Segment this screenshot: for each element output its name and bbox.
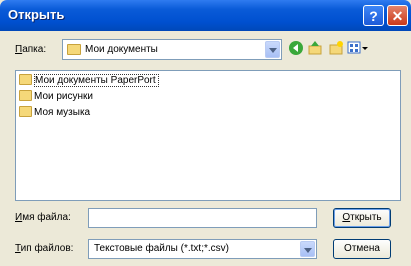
file-type-combo[interactable]: Текстовые файлы (*.txt;*.csv) (88, 239, 317, 259)
look-in-combo[interactable]: Мои документы (62, 39, 282, 60)
new-folder-icon[interactable] (327, 40, 345, 58)
folder-icon (19, 73, 32, 85)
file-name-label: Имя файла: (15, 212, 71, 223)
file-type-label: Тип файлов: (15, 243, 74, 254)
open-button[interactable]: Открыть (333, 208, 391, 228)
title-bar[interactable]: Открыть ? ✕ (0, 0, 411, 31)
back-icon[interactable] (287, 40, 305, 58)
dialog-title: Открыть (8, 7, 65, 22)
open-file-dialog: Открыть ? ✕ Папка: Мои документы Мои док… (0, 0, 411, 266)
list-item[interactable]: Мои документы PaperPort (19, 73, 159, 88)
file-type-value: Текстовые файлы (*.txt;*.csv) (94, 243, 229, 254)
file-name-label-rest: мя файла: (22, 212, 71, 223)
look-in-dropdown-arrow[interactable] (265, 41, 280, 58)
file-list[interactable]: Мои документы PaperPort Мои рисунки Моя … (15, 70, 401, 201)
cancel-button[interactable]: Отмена (333, 239, 391, 259)
file-name: Мои документы PaperPort (34, 74, 159, 87)
documents-folder-icon (67, 44, 81, 55)
music-folder-icon (19, 105, 32, 117)
file-type-dropdown-arrow[interactable] (300, 241, 315, 257)
file-name: Мои рисунки (34, 91, 93, 102)
views-menu-icon[interactable] (347, 40, 369, 58)
close-button[interactable]: ✕ (387, 5, 408, 26)
file-name-input[interactable] (88, 208, 317, 228)
look-in-label-rest: апка: (22, 44, 47, 55)
list-item[interactable]: Моя музыка (19, 105, 91, 120)
pictures-folder-icon (19, 89, 32, 101)
open-button-rest: ткрыть (350, 212, 382, 223)
help-button[interactable]: ? (363, 5, 384, 26)
look-in-value: Мои документы (85, 44, 158, 55)
up-folder-icon[interactable] (306, 40, 324, 58)
file-name: Моя музыка (34, 107, 91, 118)
file-type-label-rest: ип файлов: (20, 243, 74, 254)
look-in-label: Папка: (15, 44, 47, 55)
list-item[interactable]: Мои рисунки (19, 89, 93, 104)
